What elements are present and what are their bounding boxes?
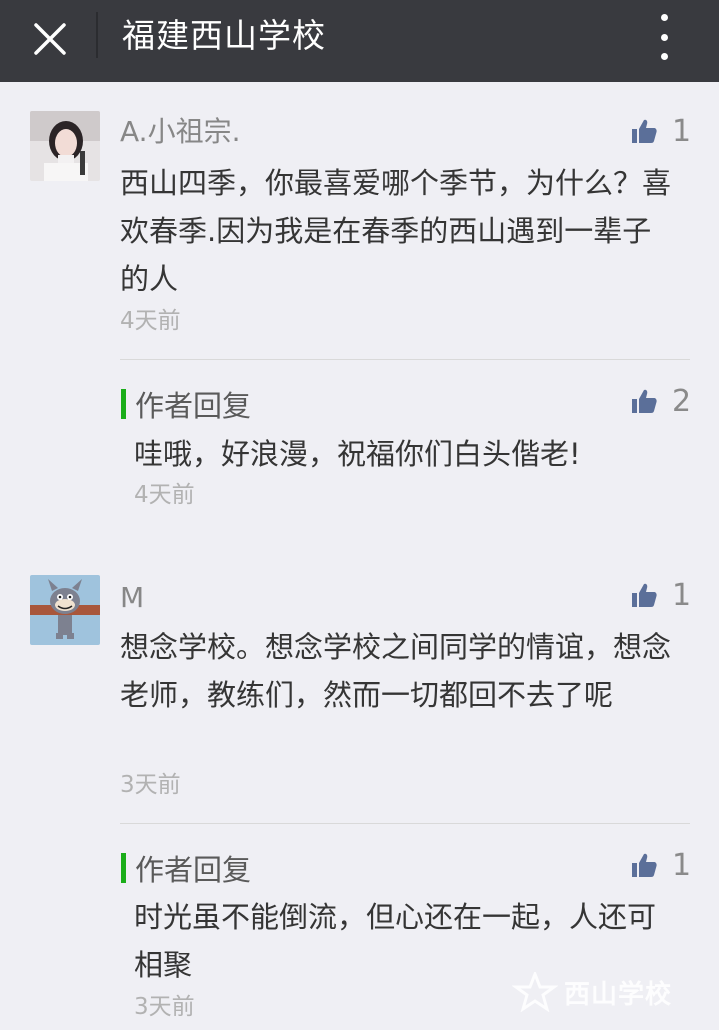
like-count: 1 bbox=[672, 577, 692, 613]
like-button[interactable]: 1 bbox=[630, 575, 691, 615]
watermark-logo: 西山学校 bbox=[512, 968, 672, 1016]
page-title: 福建西山学校 bbox=[122, 16, 326, 55]
avatar[interactable] bbox=[30, 111, 100, 181]
reply-accent-bar bbox=[121, 853, 126, 883]
thumbs-up-icon bbox=[632, 853, 657, 877]
divider bbox=[120, 359, 690, 360]
comment-content: 西山四季，你最喜爱哪个季节，为什么？喜欢春季.因为我是在春季的西山遇到一辈子的人 bbox=[120, 166, 672, 296]
reply-like-button[interactable]: 1 bbox=[630, 845, 691, 885]
reply-time: 3天前 bbox=[134, 994, 195, 1020]
close-icon[interactable] bbox=[28, 17, 72, 61]
comment-nickname: A.小祖宗. bbox=[120, 115, 241, 148]
like-count: 1 bbox=[672, 113, 692, 149]
comment-time: 3天前 bbox=[120, 772, 181, 798]
star-logo-icon bbox=[512, 972, 558, 1012]
thumbs-up-icon bbox=[632, 119, 657, 143]
more-vertical-icon[interactable] bbox=[650, 14, 678, 60]
reply-accent-bar bbox=[121, 389, 126, 419]
thumbs-up-icon bbox=[632, 389, 657, 413]
thumbs-up-icon bbox=[632, 583, 657, 607]
reply-content: 哇哦，好浪漫，祝福你们白头偕老! bbox=[134, 437, 581, 471]
reply-like-button[interactable]: 2 bbox=[630, 381, 691, 421]
comment-nickname: M bbox=[120, 581, 145, 614]
author-reply-label: 作者回复 bbox=[121, 851, 251, 887]
avatar[interactable] bbox=[30, 575, 100, 645]
reply-time: 4天前 bbox=[134, 482, 195, 508]
comment-time: 4天前 bbox=[120, 308, 181, 334]
comment-content: 想念学校。想念学校之间同学的情谊，想念老师，教练们，然而一切都回不去了呢 bbox=[120, 630, 672, 712]
like-button[interactable]: 1 bbox=[630, 111, 691, 151]
header-divider bbox=[96, 12, 98, 58]
top-bar: 福建西山学校 bbox=[0, 0, 719, 82]
like-count: 1 bbox=[672, 847, 692, 883]
author-reply-label: 作者回复 bbox=[121, 387, 251, 423]
divider bbox=[120, 823, 690, 824]
like-count: 2 bbox=[672, 383, 692, 419]
